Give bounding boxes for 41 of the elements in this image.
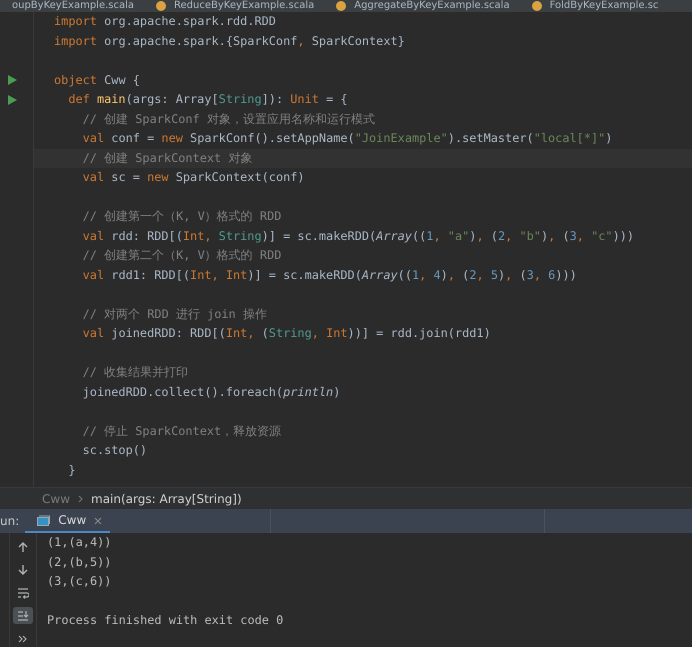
code-line: sc.stop() <box>82 443 148 457</box>
run-icon[interactable] <box>8 94 17 105</box>
code-line: // 收集结果并打印 <box>82 365 188 379</box>
chevron-icon <box>78 495 84 504</box>
code-line: // 创建 SparkContext 对象 <box>82 150 252 164</box>
code-line: joinedRDD.collect().foreach(println) <box>82 384 340 398</box>
run-tab[interactable]: Cww <box>25 509 110 533</box>
more-icon[interactable] <box>17 632 29 645</box>
breadcrumb-item[interactable]: main(args: Array[String]) <box>91 490 242 508</box>
run-label: un: <box>0 513 20 530</box>
code-line: // 停止 SparkContext，释放资源 <box>82 424 282 438</box>
close-icon[interactable] <box>94 516 102 525</box>
code-line: import org.apache.spark.{SparkConf, SparkContext} <box>54 34 405 48</box>
exit-message: Process finished with exit code 0 <box>47 613 284 627</box>
code-line: // 创建 SparkConf 对象，设置应用名称和运行模式 <box>82 112 375 126</box>
editor-tab[interactable]: AggregateByKeyExample.scala <box>350 0 524 12</box>
run-icon[interactable] <box>8 75 17 86</box>
editor-tab[interactable]: oupByKeyExample.scala <box>8 0 148 12</box>
breadcrumb-item[interactable]: Cww <box>42 490 70 508</box>
code-line: // 创建第一个（K, V）格式的 RDD <box>82 209 282 223</box>
scroll-to-end-icon[interactable] <box>17 610 29 622</box>
console-output-line: (1,(a,4)) <box>47 535 112 549</box>
code-line: def main(args: Array[String]): Unit = { <box>67 92 348 106</box>
console-output-line: (3,(c,6)) <box>47 574 112 588</box>
editor-tab[interactable]: FoldByKeyExample.sc <box>546 0 672 12</box>
soft-wrap-icon[interactable] <box>17 586 29 599</box>
code-line: // 创建第二个（K, V）格式的 RDD <box>82 248 282 262</box>
code-line: } <box>67 462 76 476</box>
code-line: val sc = new SparkContext(conf) <box>82 170 305 184</box>
code-line: object Cww { <box>54 72 140 86</box>
code-line: val conf = new SparkConf().setAppName("JoinExample").setMaster("local[*]") <box>82 131 612 145</box>
console-icon <box>37 514 50 526</box>
editor-tab[interactable]: ReduceByKeyExample.scala <box>170 0 328 12</box>
down-arrow-icon[interactable] <box>17 564 29 576</box>
up-arrow-icon[interactable] <box>17 541 29 554</box>
code-line: val joinedRDD: RDD[(Int, (String, Int))] = rdd.join(rdd1) <box>82 326 491 340</box>
console-output-line: (2,(b,5)) <box>47 554 112 568</box>
code-line: val rdd1: RDD[(Int, Int)] = sc.makeRDD(Array((1, 4), (2, 5), (3, 6))) <box>82 268 577 282</box>
code-line: val rdd: RDD[(Int, String)] = sc.makeRDD(Array((1, "a"), (2, "b"), (3, "c"))) <box>82 228 634 242</box>
code-line: import org.apache.spark.rdd.RDD <box>54 14 276 28</box>
code-line: // 对两个 RDD 进行 join 操作 <box>82 306 267 320</box>
